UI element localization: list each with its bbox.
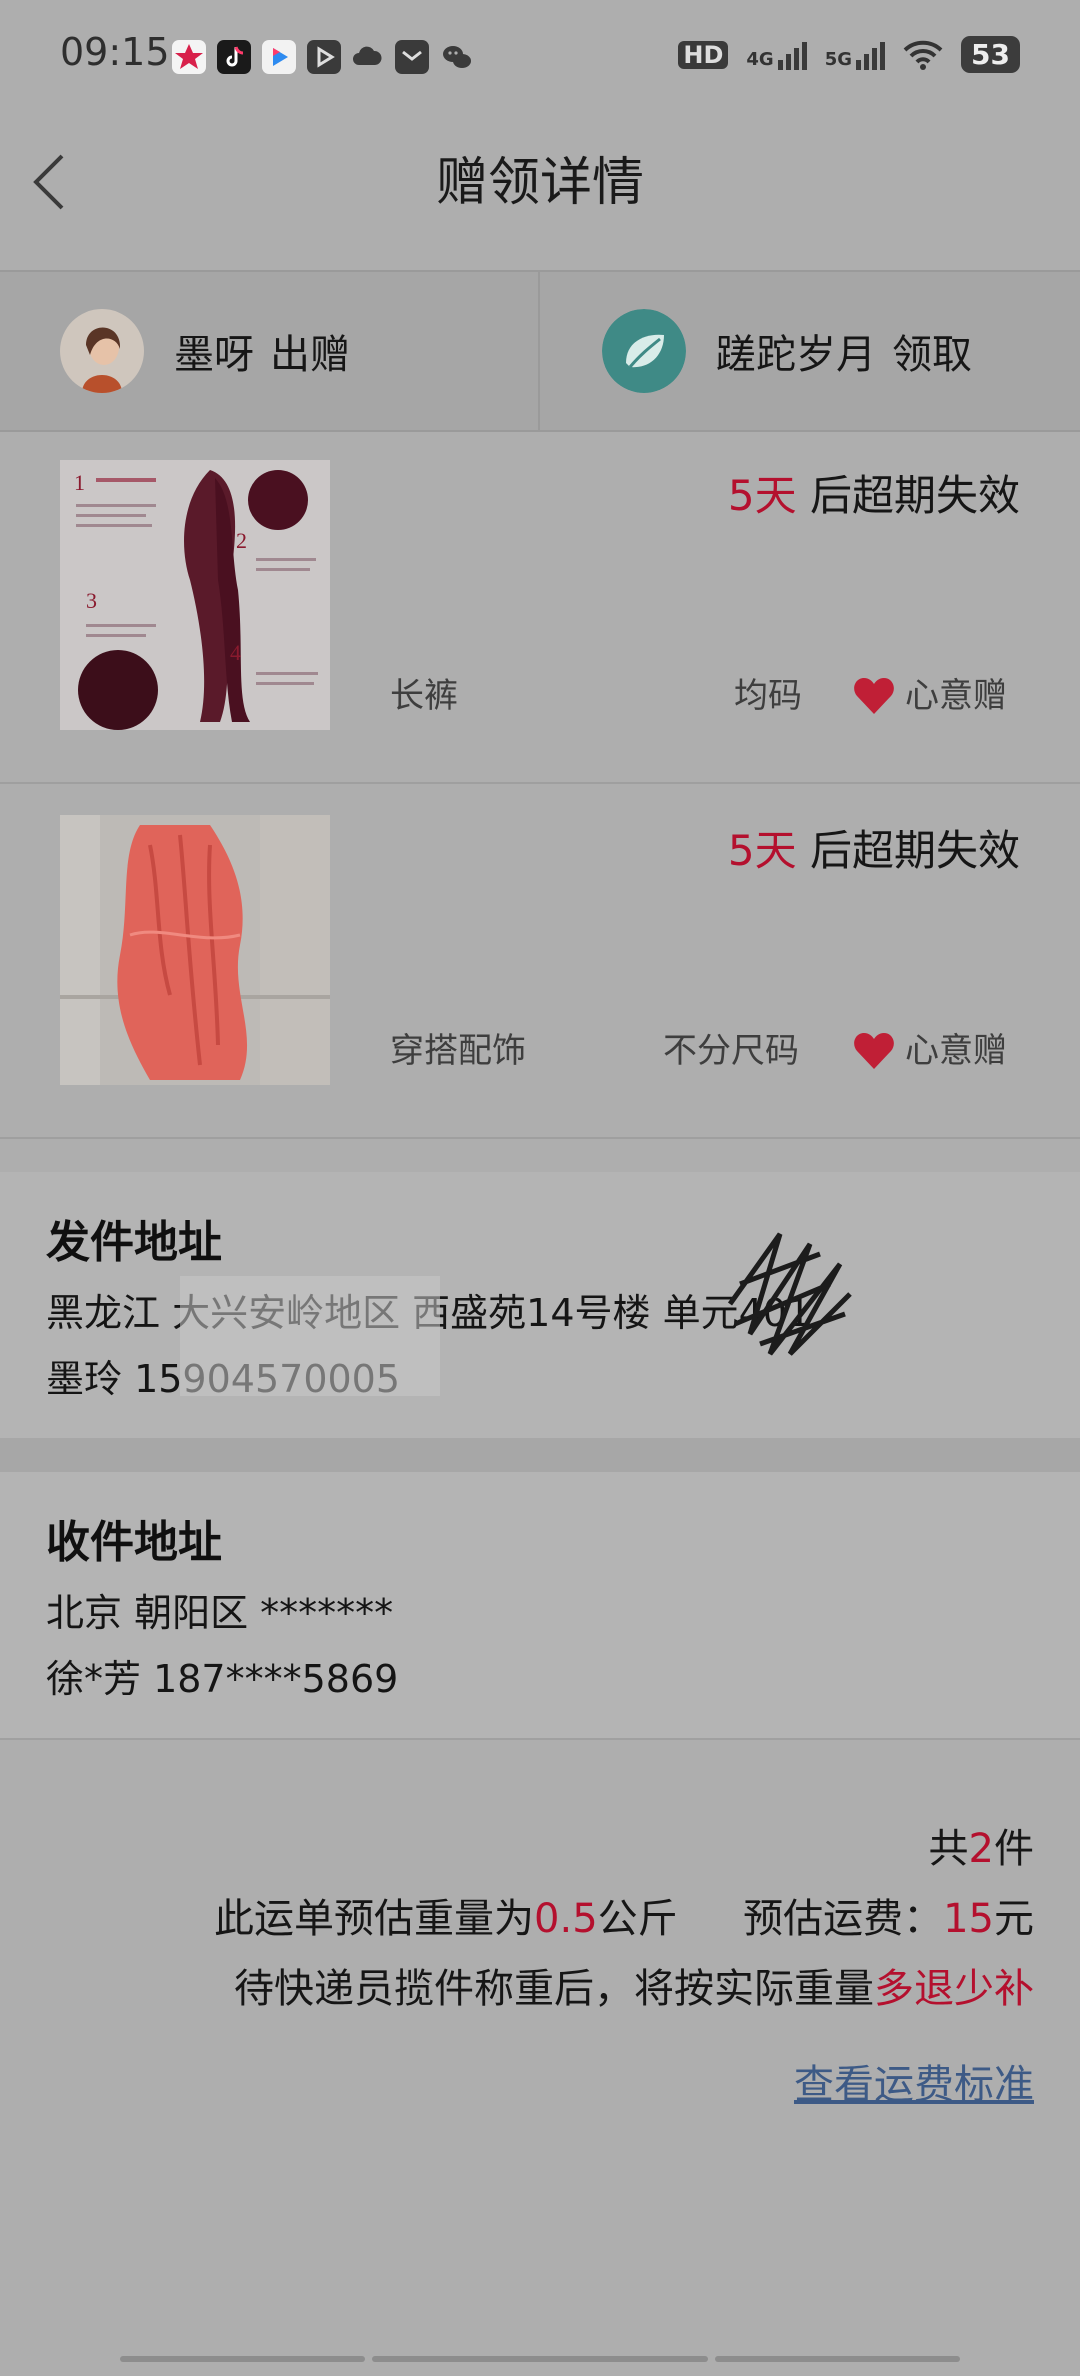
item-size: 不分尺码 (663, 1031, 799, 1071)
giver-avatar[interactable] (60, 309, 144, 393)
giver-action: 出赠 (270, 332, 350, 378)
battery-indicator: 53 (961, 36, 1020, 73)
adjustment-note: 待快递员揽件称重后，将按实际重量多退少补 (234, 1956, 1034, 2014)
signal-4g-icon: 4G (746, 40, 807, 70)
receiver-address: 北京 朝阳区 ******* (46, 1591, 394, 1635)
redaction-smudge (180, 1276, 440, 1396)
weight-value: 0.5 (534, 1896, 598, 1942)
sender-title: 发件地址 (46, 1217, 222, 1268)
expire-days: 5天 (727, 826, 797, 875)
receiver-avatar[interactable] (602, 309, 686, 393)
receiver-contact: 徐*芳 187****5869 (46, 1657, 399, 1701)
net-4g-label: 4G (746, 48, 774, 70)
svg-text:4: 4 (230, 640, 241, 665)
giver: 墨呀 出赠 (60, 272, 350, 430)
net-5g-label: 5G (824, 48, 853, 70)
receiver-address-section: 收件地址 北京 朝阳区 ******* 徐*芳 187****5869 (0, 1472, 1080, 1740)
expire-notice: 5天 后超期失效 (728, 462, 1020, 523)
weight-unit: 公斤 (597, 1896, 678, 1942)
nav-gesture-bar[interactable] (120, 2356, 365, 2362)
heart-icon (854, 678, 894, 714)
weight-prefix: 此运单预估重量为 (214, 1896, 535, 1942)
giver-name: 墨呀 (174, 332, 254, 378)
status-time: 09:15 (60, 30, 170, 74)
receiver: 蹉跎岁月 领取 (602, 272, 972, 430)
nav-gesture-bar[interactable] (372, 2356, 708, 2362)
page-header: 赠领详情 (0, 120, 1080, 270)
item-image-leggings[interactable]: 1 2 3 4 (60, 460, 330, 730)
section-gap (0, 1438, 1080, 1472)
signal-5g-icon: 5G (824, 40, 886, 70)
app-notification-icon (172, 40, 206, 74)
expire-notice: 5天 后超期失效 (728, 817, 1020, 878)
svg-text:3: 3 (86, 588, 97, 613)
item-image-scarf[interactable] (60, 815, 330, 1085)
divider (538, 272, 540, 430)
svg-text:2: 2 (236, 528, 247, 553)
weight-fee-line: 此运单预估重量为0.5公斤 预估运费：15元 (214, 1886, 1034, 1944)
item-category: 穿搭配饰 (390, 1031, 526, 1071)
receiver-title: 收件地址 (46, 1517, 222, 1568)
svg-text:1: 1 (74, 470, 85, 495)
cloud-icon (350, 40, 384, 74)
receiver-action: 领取 (892, 332, 972, 378)
expire-text: 后超期失效 (809, 471, 1020, 520)
expire-text: 后超期失效 (809, 826, 1020, 875)
item-count: 共2件 (929, 1816, 1034, 1874)
gift-tag: 心意赠 (905, 1031, 1007, 1071)
gift-tag: 心意赠 (905, 676, 1007, 716)
tiktok-icon (217, 40, 251, 74)
fee-unit: 元 (994, 1896, 1034, 1942)
count-suffix: 件 (994, 1826, 1034, 1872)
heart-icon (854, 1033, 894, 1069)
item-category: 长裤 (390, 676, 458, 716)
note-highlight: 多退少补 (874, 1966, 1034, 2012)
fee-label: 预估运费： (743, 1896, 944, 1942)
note-prefix: 待快递员揽件称重后，将按实际重量 (234, 1966, 874, 2012)
count-value: 2 (968, 1826, 994, 1872)
receiver-name: 蹉跎岁月 (716, 332, 876, 378)
count-prefix: 共 (928, 1826, 969, 1872)
expire-days: 5天 (727, 471, 797, 520)
wifi-icon (903, 40, 943, 70)
shipping-fee-standard-link[interactable]: 查看运费标准 (794, 2052, 1034, 2110)
youku-icon (262, 40, 296, 74)
wechat-icon (440, 40, 474, 74)
fee-value: 15 (943, 1896, 994, 1942)
mail-icon (395, 40, 429, 74)
page-title: 赠领详情 (435, 153, 644, 213)
status-bar: 09:15 HD 4G 5G 53 (0, 0, 1080, 120)
video-play-icon (307, 40, 341, 74)
sender-address-section: 发件地址 黑龙江 大兴安岭地区 西盛苑14号楼 单元401 墨玲 1590457… (0, 1172, 1080, 1438)
gift-parties: 墨呀 出赠 蹉跎岁月 领取 (0, 270, 1080, 432)
status-indicators: HD 4G 5G 53 (678, 36, 1020, 73)
gift-item[interactable]: 5天 后超期失效 穿搭配饰 不分尺码 心意赠 (0, 785, 1080, 1139)
gift-item[interactable]: 1 2 3 4 5天 后超期失效 长裤 均码 心意赠 (0, 430, 1080, 784)
nav-gesture-bar[interactable] (715, 2356, 960, 2362)
hd-icon: HD (678, 40, 729, 69)
redaction-scribble (727, 1232, 852, 1356)
item-size: 均码 (734, 676, 802, 716)
